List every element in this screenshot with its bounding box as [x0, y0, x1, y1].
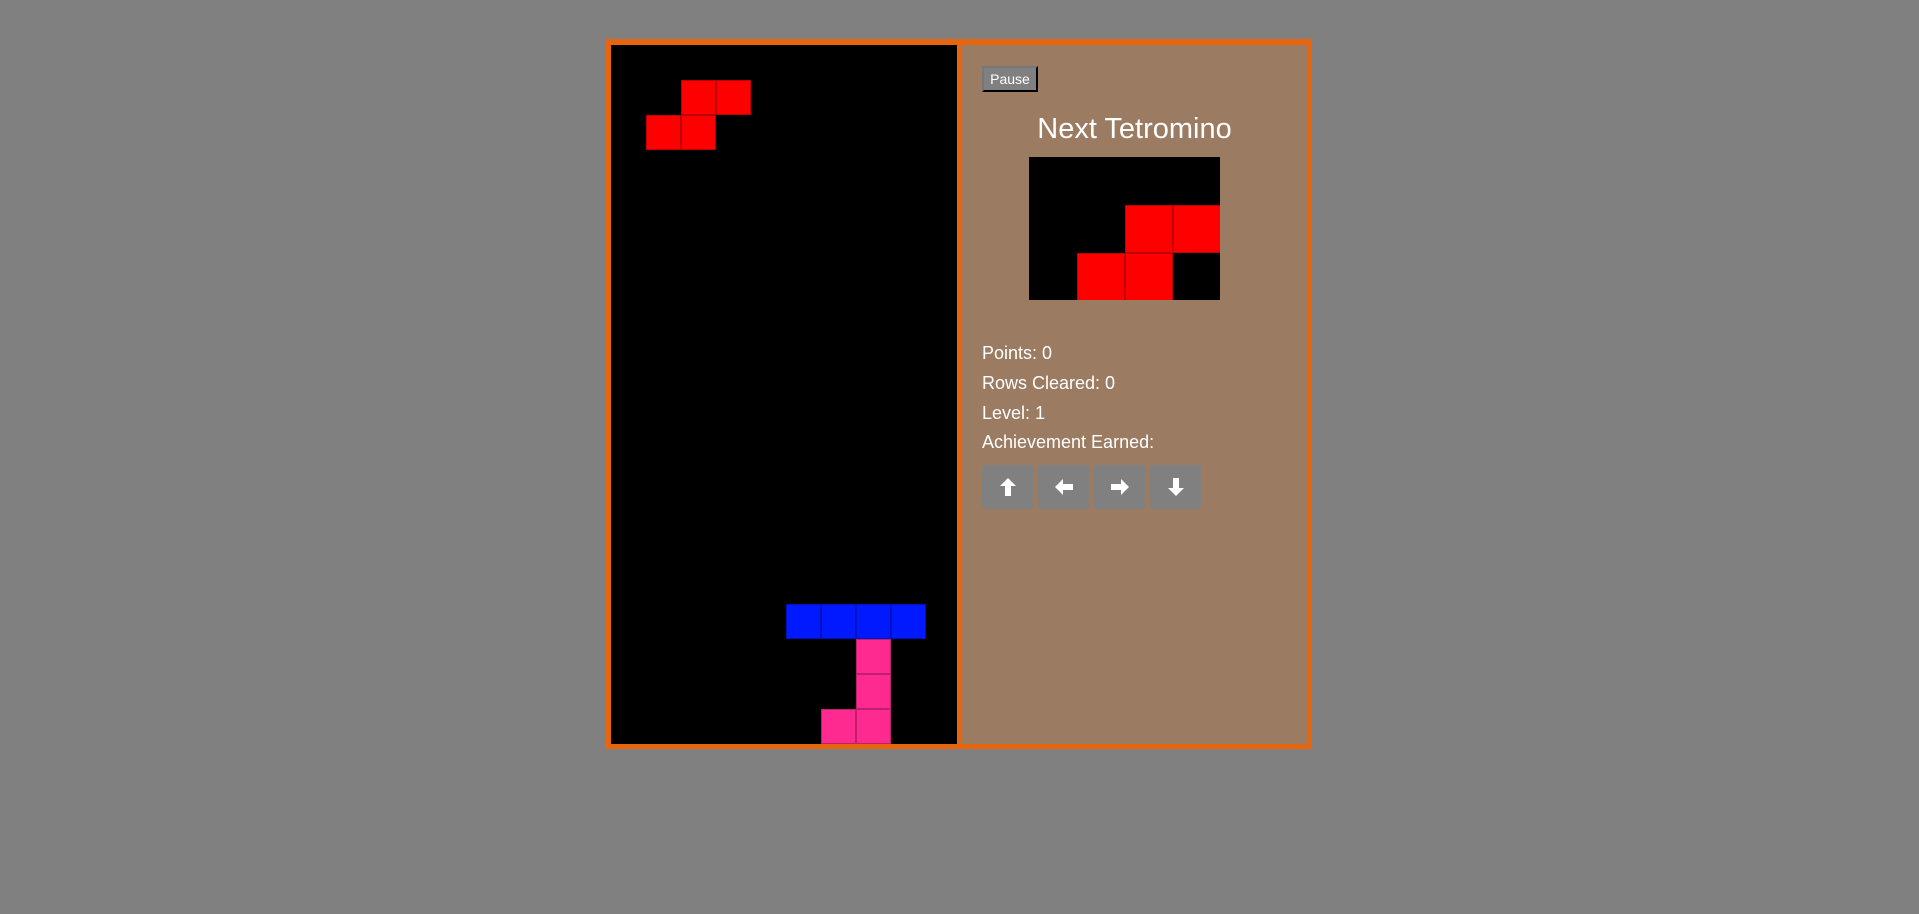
- pause-button[interactable]: Pause: [982, 66, 1038, 92]
- next-tetromino-preview: [1029, 157, 1220, 300]
- placed-block: [891, 604, 926, 639]
- placed-block: [856, 709, 891, 744]
- arrow-up-icon: [999, 478, 1016, 496]
- rows-cleared-label: Rows Cleared: 0: [982, 373, 1116, 393]
- points-label: Points: 0: [982, 343, 1053, 363]
- move-down-button[interactable]: [1150, 465, 1201, 509]
- level-label: Level: 1: [982, 403, 1046, 423]
- move-right-button[interactable]: [1094, 465, 1145, 509]
- falling-piece-block: [716, 80, 751, 115]
- arrow-right-icon: [1110, 479, 1129, 495]
- rotate-button[interactable]: [982, 465, 1033, 509]
- arrow-left-icon: [1054, 479, 1073, 495]
- move-left-button[interactable]: [1038, 465, 1089, 509]
- side-panel: Pause Next Tetromino Points: 0 Rows Clea…: [961, 45, 1308, 744]
- preview-block: [1125, 205, 1173, 253]
- preview-block: [1125, 253, 1173, 300]
- placed-block: [821, 604, 856, 639]
- placed-block: [856, 639, 891, 674]
- falling-piece-block: [681, 115, 716, 150]
- arrow-down-icon: [1167, 478, 1184, 496]
- placed-block: [856, 674, 891, 709]
- next-tetromino-title: Next Tetromino: [1037, 113, 1232, 145]
- game-frame: Pause Next Tetromino Points: 0 Rows Clea…: [605, 39, 1312, 749]
- achievement-label: Achievement Earned:: [982, 432, 1155, 452]
- placed-block: [856, 604, 891, 639]
- preview-block: [1077, 253, 1125, 300]
- placed-block: [786, 604, 821, 639]
- falling-piece-block: [681, 80, 716, 115]
- game-board: [611, 45, 957, 744]
- preview-block: [1173, 205, 1220, 253]
- falling-piece-block: [646, 115, 681, 150]
- placed-block: [821, 709, 856, 744]
